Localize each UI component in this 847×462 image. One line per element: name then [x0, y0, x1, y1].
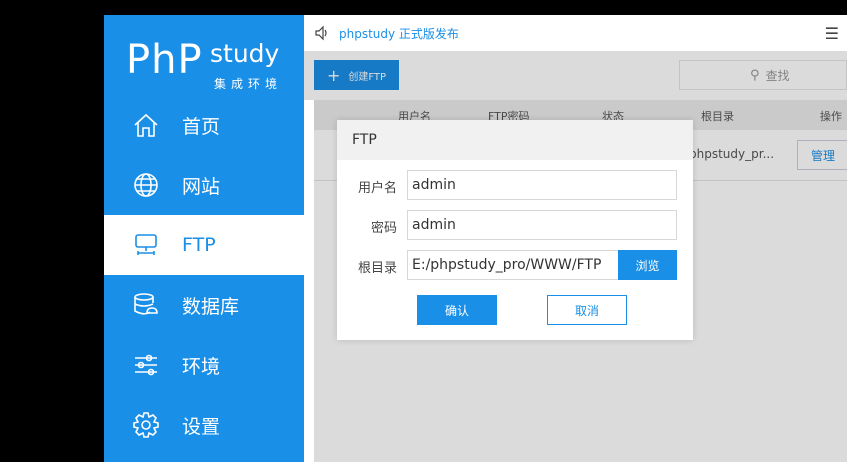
- app-logo: PhP study 集成环境: [126, 35, 286, 95]
- password-field[interactable]: admin: [407, 210, 677, 240]
- sidebar-item-label: 环境: [182, 355, 221, 378]
- username-field[interactable]: admin: [407, 170, 677, 200]
- sidebar-item-ftp[interactable]: FTP: [104, 215, 304, 275]
- root-dir-row: 根目录 E:/phpstudy_pro/WWW/FTP 浏览: [337, 250, 693, 280]
- sidebar-item-home[interactable]: 首页: [104, 95, 304, 155]
- username-row: 用户名 admin: [337, 170, 693, 200]
- logo-study: study: [210, 39, 280, 68]
- password-row: 密码 admin: [337, 210, 693, 240]
- cancel-button[interactable]: 取消: [547, 295, 627, 325]
- sidebar-item-website[interactable]: 网站: [104, 155, 304, 215]
- dialog-title: FTP: [352, 132, 377, 148]
- sliders-icon: [132, 351, 160, 379]
- sidebar-item-label: 首页: [182, 115, 221, 138]
- password-label: 密码: [370, 221, 397, 236]
- sidebar-item-label: 数据库: [182, 295, 240, 318]
- notice-bar: phpstudy 正式版发布 ☰: [304, 15, 847, 51]
- ftp-dialog: FTP 用户名 admin 密码 admin 根目录 E:/phpstudy_p…: [337, 120, 693, 340]
- root-dir-field[interactable]: E:/phpstudy_pro/WWW/FTP: [407, 250, 619, 280]
- logo-subtitle: 集成环境: [214, 77, 283, 91]
- browse-button[interactable]: 浏览: [618, 250, 677, 280]
- username-label: 用户名: [357, 181, 397, 196]
- speaker-icon: [314, 25, 330, 45]
- root-dir-label: 根目录: [357, 261, 397, 276]
- confirm-button[interactable]: 确认: [417, 295, 497, 325]
- sidebar-item-label: 设置: [182, 415, 221, 438]
- modal-overlay-top: [304, 51, 847, 100]
- sidebar-item-label: 网站: [182, 175, 221, 198]
- globe-icon: [132, 171, 160, 199]
- sidebar-item-label: FTP: [182, 234, 216, 256]
- notice-link[interactable]: phpstudy 正式版发布: [339, 25, 459, 42]
- gear-icon: [132, 411, 160, 439]
- sidebar-item-settings[interactable]: 设置: [104, 395, 304, 455]
- sidebar-item-database[interactable]: 数据库: [104, 275, 304, 335]
- home-icon: [132, 111, 160, 139]
- database-icon: [132, 291, 160, 319]
- menu-icon[interactable]: ☰: [825, 24, 839, 43]
- dialog-header: FTP: [337, 120, 693, 160]
- ftp-icon: [132, 231, 160, 259]
- sidebar-item-environment[interactable]: 环境: [104, 335, 304, 395]
- sidebar: PhP study 集成环境 首页 网站 FTP 数据库 环境 设置: [104, 15, 304, 462]
- logo-php: PhP: [126, 37, 203, 83]
